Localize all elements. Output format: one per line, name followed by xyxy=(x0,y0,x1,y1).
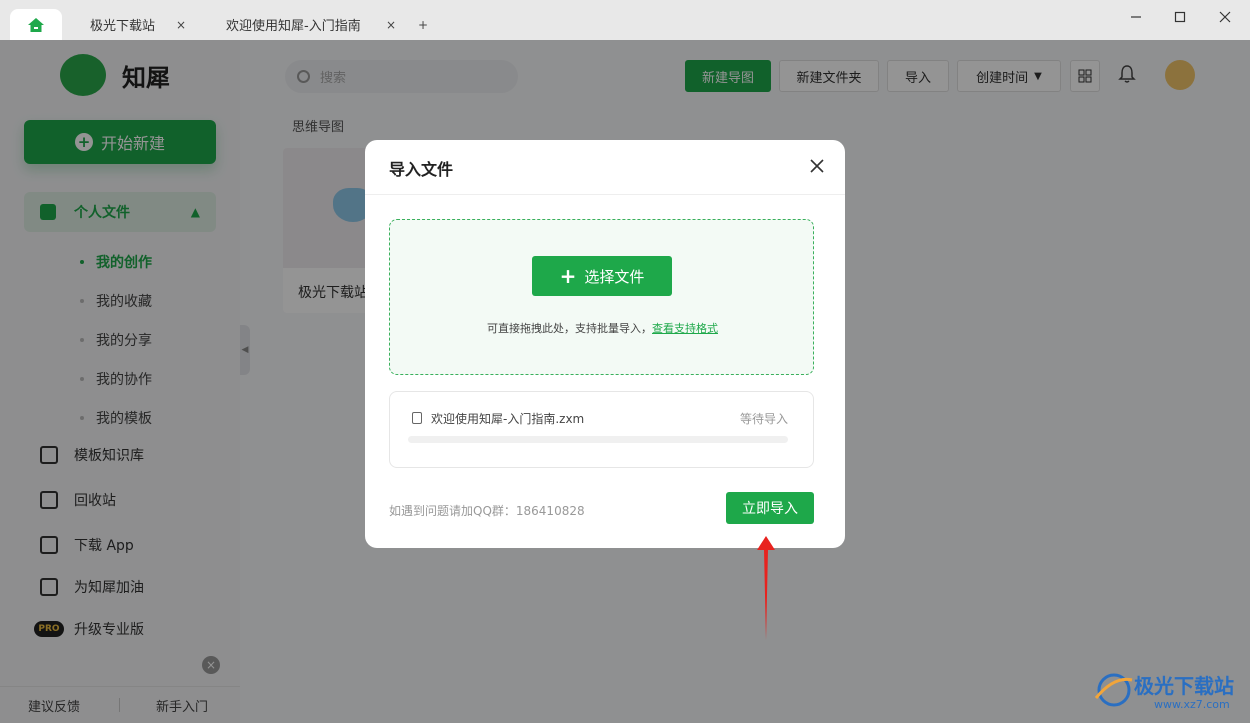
title-bar: 极光下载站 × 欢迎使用知犀-入门指南 × + xyxy=(0,0,1250,40)
divider xyxy=(365,194,845,195)
drop-hint: 可直接拖拽此处，支持批量导入，查看支持格式 xyxy=(390,320,815,336)
drop-hint-text: 可直接拖拽此处，支持批量导入， xyxy=(487,322,652,335)
import-file-dialog: 导入文件 + 选择文件 可直接拖拽此处，支持批量导入，查看支持格式 欢迎使用知犀… xyxy=(365,140,845,548)
maximize-icon xyxy=(1174,11,1186,23)
minimize-button[interactable] xyxy=(1123,6,1149,28)
file-name: 欢迎使用知犀-入门指南.zxm xyxy=(431,412,585,426)
tab-close-icon[interactable]: × xyxy=(176,18,186,32)
watermark: 极光下载站 www.xz7.com xyxy=(1092,664,1244,716)
watermark-text: 极光下载站 xyxy=(1134,674,1234,698)
file-icon xyxy=(412,412,422,424)
import-progress-bar xyxy=(408,436,788,443)
file-status: 等待导入 xyxy=(739,412,788,426)
tab-close-icon[interactable]: × xyxy=(386,18,396,32)
dialog-title: 导入文件 xyxy=(389,160,454,179)
window-close-button[interactable] xyxy=(1212,6,1238,28)
close-icon xyxy=(1219,11,1231,23)
close-icon xyxy=(810,159,824,173)
watermark-url: www.xz7.com xyxy=(1154,698,1230,711)
supported-formats-link[interactable]: 查看支持格式 xyxy=(652,322,718,335)
tab-label: 欢迎使用知犀-入门指南 xyxy=(226,19,361,34)
select-file-label: 选择文件 xyxy=(584,267,645,286)
maximize-button[interactable] xyxy=(1167,6,1193,28)
tab-home[interactable] xyxy=(10,9,62,40)
annotation-arrow-icon xyxy=(757,536,775,640)
minimize-icon xyxy=(1131,16,1141,18)
watermark-logo-icon xyxy=(1094,673,1133,707)
file-drop-zone[interactable]: + 选择文件 可直接拖拽此处，支持批量导入，查看支持格式 xyxy=(389,219,814,375)
plus-icon: + xyxy=(559,264,577,288)
tab-jiguang[interactable]: 极光下载站 × xyxy=(90,9,200,40)
help-text: 如遇到问题请加QQ群：186410828 xyxy=(389,504,585,518)
tab-guide[interactable]: 欢迎使用知犀-入门指南 × xyxy=(226,9,406,40)
file-list-item: 欢迎使用知犀-入门指南.zxm 等待导入 xyxy=(389,391,814,468)
home-icon xyxy=(28,17,44,32)
select-file-button[interactable]: + 选择文件 xyxy=(532,256,672,296)
dialog-close-button[interactable] xyxy=(805,154,829,178)
add-tab-button[interactable]: + xyxy=(418,18,428,32)
tab-label: 极光下载站 xyxy=(90,19,156,34)
import-now-button[interactable]: 立即导入 xyxy=(726,492,814,524)
